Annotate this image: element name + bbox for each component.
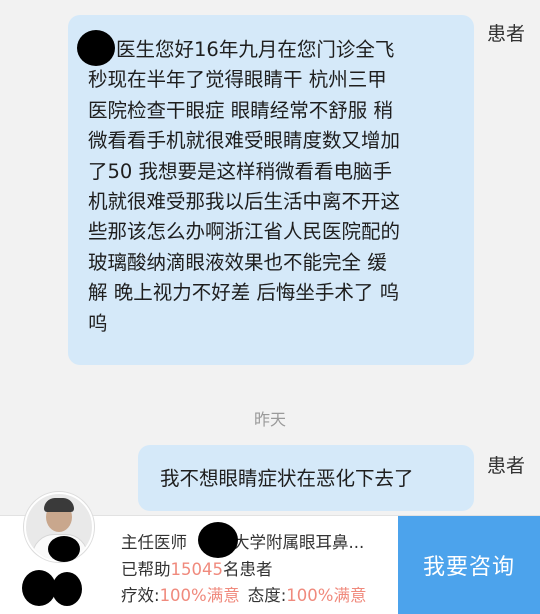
sender-label: 患者: [487, 23, 526, 45]
message-line: 机就很难受那我以后生活中离不开这: [88, 190, 401, 214]
doctor-title: 主任医师: [121, 533, 187, 552]
doctor-helped-line: 已帮助15045名患者: [121, 556, 273, 580]
message-line: 了50 我想要是这样稍微看看电脑手: [88, 159, 393, 183]
patient-message-bubble: 我不想眼睛症状在恶化下去了: [138, 445, 474, 511]
attitude-label: 态度:: [247, 586, 287, 605]
time-divider: 昨天: [253, 410, 286, 429]
message-line: 玻璃酸纳滴眼液效果也不能完全 缓: [88, 250, 387, 274]
patient-message-bubble: 医生您好16年九月在您门诊全飞 秒现在半年了觉得眼睛干 杭州三甲 医院检查干眼症…: [68, 15, 474, 365]
redaction-mark: [52, 572, 82, 606]
helped-prefix: 已帮助: [121, 560, 171, 579]
message-line: 医院检查干眼症 眼睛经常不舒服 稍: [88, 98, 393, 122]
message-line: 微看看手机就很难受眼睛度数又增加: [88, 129, 401, 153]
message-line: 些那该怎么办啊浙江省人民医院配的: [88, 220, 401, 244]
redaction-mark: [48, 536, 80, 562]
redaction-mark: [198, 522, 238, 558]
consult-button[interactable]: 我要咨询: [398, 516, 540, 614]
message-line: 秒现在半年了觉得眼睛干 杭州三甲: [88, 68, 387, 92]
doctor-rating-line: 疗效:100%满意 态度:100%满意: [121, 582, 366, 606]
message-line: 解 晚上视力不好差 后悔坐手术了 呜: [88, 281, 400, 305]
efficacy-value: 100%满意: [159, 586, 240, 605]
message-text: 我不想眼睛症状在恶化下去了: [160, 467, 414, 490]
chat-area: 患者 医生您好16年九月在您门诊全飞 秒现在半年了觉得眼睛干 杭州三甲 医院检查…: [0, 0, 540, 515]
sender-label: 患者: [487, 455, 526, 477]
doctor-hospital: 大学附属眼耳鼻...: [233, 533, 365, 552]
redaction-mark: [77, 30, 115, 66]
doctor-info-panel: 主任医师 大学附属眼耳鼻... 已帮助15045名患者 疗效:100%满意 态度:1…: [0, 492, 540, 614]
message-line: 呜: [88, 311, 108, 335]
message-line: 医生您好16年九月在您门诊全飞: [116, 38, 395, 61]
helped-suffix: 名患者: [223, 560, 273, 579]
attitude-value: 100%满意: [286, 586, 367, 605]
doctor-title-line: 主任医师 大学附属眼耳鼻...: [121, 529, 364, 553]
efficacy-label: 疗效:: [121, 586, 160, 605]
helped-count: 15045: [170, 560, 224, 579]
avatar-hair-shape: [44, 498, 74, 512]
redaction-mark: [22, 570, 56, 606]
